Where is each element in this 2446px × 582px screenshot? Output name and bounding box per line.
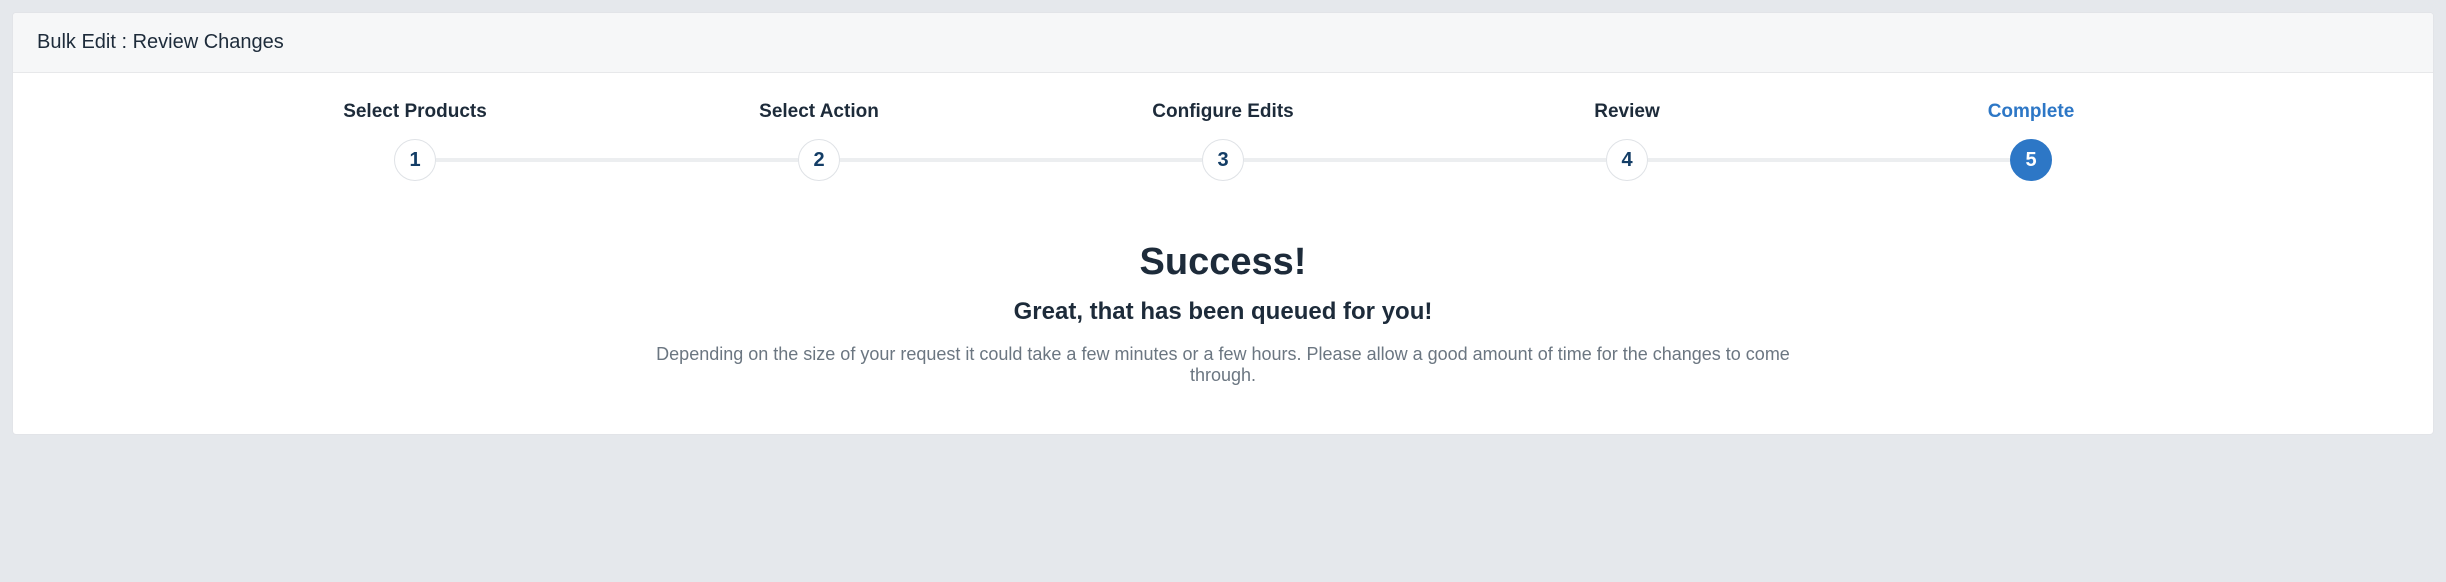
step-circle-row: 3 (1021, 139, 1425, 181)
step-connector-left (1425, 158, 1606, 162)
step-connector-right (436, 158, 617, 162)
step-circle: 3 (1202, 139, 1244, 181)
step-circle: 5 (2010, 139, 2052, 181)
stepper-container: Select Products 1 Select Action 2 Configure … (13, 73, 2433, 201)
step-5: Complete 5 (1829, 101, 2233, 181)
step-connector-right (1244, 158, 1425, 162)
step-label: Select Action (759, 101, 879, 123)
success-subtitle: Great, that has been queued for you! (53, 298, 2393, 326)
step-label: Review (1594, 101, 1659, 123)
bulk-edit-card: Bulk Edit : Review Changes Select Produc… (12, 12, 2434, 435)
step-circle: 1 (394, 139, 436, 181)
step-connector-right (1648, 158, 1829, 162)
step-1: Select Products 1 (213, 101, 617, 181)
success-title: Success! (53, 241, 2393, 284)
success-description: Depending on the size of your request it… (623, 344, 1823, 386)
step-label: Complete (1988, 101, 2075, 123)
step-circle: 2 (798, 139, 840, 181)
card-header-title: Bulk Edit : Review Changes (37, 31, 2409, 54)
step-circle-row: 2 (617, 139, 1021, 181)
step-circle-row: 4 (1425, 139, 1829, 181)
step-circle: 4 (1606, 139, 1648, 181)
step-connector-right (840, 158, 1021, 162)
step-label: Select Products (343, 101, 487, 123)
step-circle-row: 5 (1829, 139, 2233, 181)
step-2: Select Action 2 (617, 101, 1021, 181)
step-connector-left (1829, 158, 2010, 162)
step-circle-row: 1 (213, 139, 617, 181)
content-area: Success! Great, that has been queued for… (13, 201, 2433, 434)
stepper: Select Products 1 Select Action 2 Configure … (213, 101, 2233, 181)
step-connector-left (1021, 158, 1202, 162)
step-4: Review 4 (1425, 101, 1829, 181)
step-label: Configure Edits (1152, 101, 1293, 123)
step-3: Configure Edits 3 (1021, 101, 1425, 181)
step-connector-left (617, 158, 798, 162)
card-header: Bulk Edit : Review Changes (13, 13, 2433, 73)
